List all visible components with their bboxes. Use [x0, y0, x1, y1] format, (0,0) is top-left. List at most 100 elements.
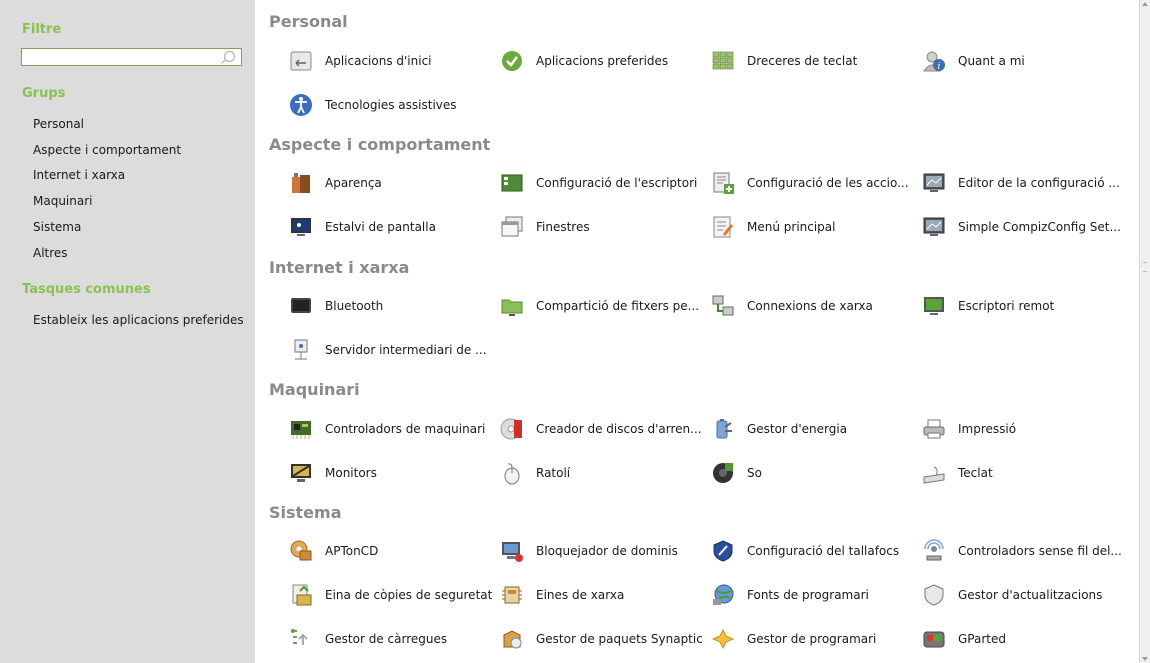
item-domain-blocker[interactable]: Bloquejador de dominis [498, 537, 678, 565]
item-label: Aparença [325, 176, 382, 190]
main-menu-icon [709, 213, 737, 241]
wireless-drivers-icon [920, 537, 948, 565]
item-about-me[interactable]: i Quant a mi [920, 47, 1025, 75]
item-label: GParted [958, 632, 1006, 646]
upload-manager-icon [287, 625, 315, 653]
group-others[interactable]: Altres [33, 246, 68, 260]
item-file-sharing[interactable]: Compartició de fitxers pe... [498, 292, 699, 320]
scroll-grip[interactable] [1143, 262, 1147, 272]
item-label: Gestor d'actualitzacions [958, 588, 1103, 602]
item-power-manager[interactable]: Gestor d'energia [709, 415, 847, 443]
item-label: Gestor de paquets Synaptic [536, 632, 703, 646]
item-firewall[interactable]: Configuració del tallafocs [709, 537, 899, 565]
item-backup[interactable]: Eina de còpies de seguretat [287, 581, 492, 609]
item-remote-desktop[interactable]: Escriptori remot [920, 292, 1054, 320]
monitors-icon [287, 459, 315, 487]
item-label: Fonts de programari [747, 588, 869, 602]
item-label: Tecnologies assistives [325, 98, 457, 112]
item-label: Aplicacions preferides [536, 54, 669, 68]
keyboard-shortcuts-icon [709, 47, 737, 75]
about-me-icon: i [920, 47, 948, 75]
item-actions-settings[interactable]: Configuració de les accio... [709, 169, 909, 197]
group-appearance[interactable]: Aspecte i comportament [33, 143, 181, 157]
item-screensaver[interactable]: Estalvi de pantalla [287, 213, 436, 241]
desktop-settings-icon [498, 169, 526, 197]
screensaver-icon [287, 213, 315, 241]
item-compizconfig[interactable]: Simple CompizConfig Set... [920, 213, 1121, 241]
scroll-down-icon[interactable] [1142, 657, 1148, 661]
item-network-connections[interactable]: Connexions de xarxa [709, 292, 873, 320]
item-startup-apps[interactable]: Aplicacions d'inici [287, 47, 432, 75]
item-keyboard-shortcuts[interactable]: Dreceres de teclat [709, 47, 857, 75]
item-aptoncd[interactable]: APTonCD [287, 537, 378, 565]
backup-icon [287, 581, 315, 609]
svg-text:i: i [938, 62, 941, 72]
item-label: Finestres [536, 220, 590, 234]
item-label: APTonCD [325, 544, 379, 558]
category-hardware: Maquinari [269, 380, 360, 399]
item-preferred-apps[interactable]: Aplicacions preferides [498, 47, 668, 75]
item-network-tools[interactable]: Eines de xarxa [498, 581, 624, 609]
item-label: Simple CompizConfig Set... [958, 220, 1121, 234]
item-label: Compartició de fitxers pe... [536, 299, 700, 313]
item-label: Editor de la configuració ... [958, 176, 1120, 190]
item-gparted[interactable]: GParted [920, 625, 1006, 653]
item-windows[interactable]: Finestres [498, 213, 590, 241]
item-label: Eines de xarxa [536, 588, 625, 602]
item-label: Aplicacions d'inici [325, 54, 432, 68]
task-preferred-apps[interactable]: Estableix les aplicacions preferides [33, 313, 244, 327]
preferred-apps-icon [498, 47, 526, 75]
item-startup-disk[interactable]: Creador de discos d'arren... [498, 415, 702, 443]
item-label: Quant a mi [958, 54, 1025, 68]
item-label: So [747, 466, 762, 480]
item-label: Impressió [958, 422, 1017, 436]
item-bluetooth[interactable]: Bluetooth [287, 292, 383, 320]
item-label: Configuració de les accio... [747, 176, 909, 190]
group-personal[interactable]: Personal [33, 117, 84, 131]
item-accessibility[interactable]: Tecnologies assistives [287, 91, 457, 119]
item-keyboard[interactable]: Teclat [920, 459, 993, 487]
item-appearance[interactable]: Aparença [287, 169, 382, 197]
item-label: Connexions de xarxa [747, 299, 873, 313]
item-printer[interactable]: Impressió [920, 415, 1016, 443]
hardware-drivers-icon [287, 415, 315, 443]
item-synaptic[interactable]: Gestor de paquets Synaptic [498, 625, 703, 653]
group-internet[interactable]: Internet i xarxa [33, 168, 125, 182]
network-connections-icon [709, 292, 737, 320]
groups-heading: Grups [22, 86, 66, 101]
item-label: Menú principal [747, 220, 836, 234]
group-hardware[interactable]: Maquinari [33, 194, 93, 208]
network-tools-icon [498, 581, 526, 609]
search-icon[interactable] [224, 51, 235, 62]
item-label: Bluetooth [325, 299, 384, 313]
item-upload-manager[interactable]: Gestor de càrregues [287, 625, 447, 653]
software-manager-icon [709, 625, 737, 653]
vertical-scrollbar[interactable] [1139, 0, 1150, 663]
item-label: Gestor de programari [747, 632, 877, 646]
search-input[interactable] [26, 50, 220, 66]
item-sound[interactable]: So [709, 459, 762, 487]
remote-desktop-icon [920, 292, 948, 320]
group-system[interactable]: Sistema [33, 220, 81, 234]
item-mouse[interactable]: Ratolí [498, 459, 570, 487]
file-sharing-icon [498, 292, 526, 320]
sound-icon [709, 459, 737, 487]
mouse-icon [498, 459, 526, 487]
search-field[interactable] [21, 48, 242, 66]
item-update-manager[interactable]: Gestor d'actualitzacions [920, 581, 1102, 609]
item-main-menu[interactable]: Menú principal [709, 213, 836, 241]
proxy-icon [287, 336, 315, 364]
item-desktop-settings[interactable]: Configuració de l'escriptori [498, 169, 697, 197]
item-proxy[interactable]: Servidor intermediari de ... [287, 336, 487, 364]
printer-icon [920, 415, 948, 443]
item-config-editor[interactable]: Editor de la configuració ... [920, 169, 1120, 197]
update-manager-icon [920, 581, 948, 609]
item-label: Servidor intermediari de ... [325, 343, 487, 357]
item-software-sources[interactable]: Fonts de programari [709, 581, 869, 609]
item-wireless-drivers[interactable]: Controladors sense fil del... [920, 537, 1122, 565]
item-software-manager[interactable]: Gestor de programari [709, 625, 876, 653]
item-monitors[interactable]: Monitors [287, 459, 377, 487]
item-label: Configuració del tallafocs [747, 544, 900, 558]
item-hardware-drivers[interactable]: Controladors de maquinari [287, 415, 485, 443]
scroll-up-icon[interactable] [1142, 2, 1148, 6]
